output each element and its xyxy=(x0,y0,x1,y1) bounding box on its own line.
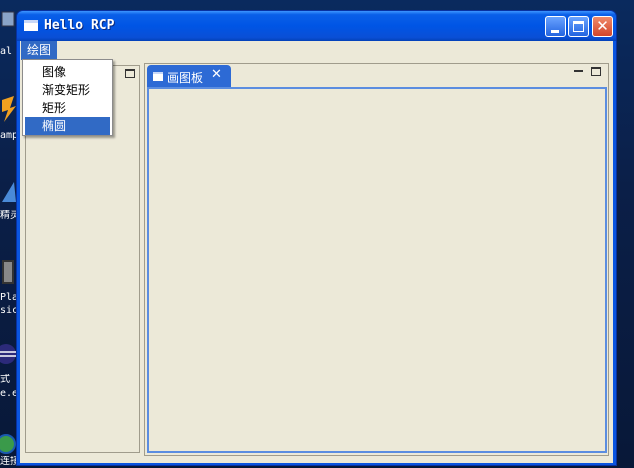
menu-item-image[interactable]: 图像 xyxy=(25,63,110,81)
editor-file-icon xyxy=(153,72,163,81)
drawing-canvas[interactable] xyxy=(147,87,607,453)
editor-maximize-icon[interactable] xyxy=(591,67,601,76)
minimize-button[interactable] xyxy=(545,16,566,37)
view-maximize-icon[interactable] xyxy=(125,69,135,78)
window-title: Hello RCP xyxy=(44,18,115,33)
title-bar[interactable]: Hello RCP ✕ xyxy=(17,11,616,41)
minimize-icon xyxy=(551,30,559,33)
menu-item-gradient-rectangle[interactable]: 渐变矩形 xyxy=(25,81,110,99)
window-icon xyxy=(24,20,38,31)
editor-area: 画图板 ✕ xyxy=(144,63,609,456)
editor-minimize-icon[interactable] xyxy=(574,68,583,72)
maximize-icon xyxy=(573,21,584,32)
close-icon: ✕ xyxy=(596,17,609,35)
menu-draw[interactable]: 绘图 xyxy=(21,41,58,60)
tab-close-icon[interactable]: ✕ xyxy=(211,67,222,82)
maximize-button[interactable] xyxy=(568,16,589,37)
draw-menu-dropdown: 图像 渐变矩形 矩形 椭圆 xyxy=(22,59,113,136)
tab-label: 画图板 xyxy=(167,71,204,85)
close-button[interactable]: ✕ xyxy=(592,16,613,37)
tab-drawing-board[interactable]: 画图板 ✕ xyxy=(147,65,231,87)
menu-item-ellipse[interactable]: 椭圆 xyxy=(25,117,110,135)
menu-bar: 绘图 xyxy=(20,41,613,60)
menu-item-rectangle[interactable]: 矩形 xyxy=(25,99,110,117)
